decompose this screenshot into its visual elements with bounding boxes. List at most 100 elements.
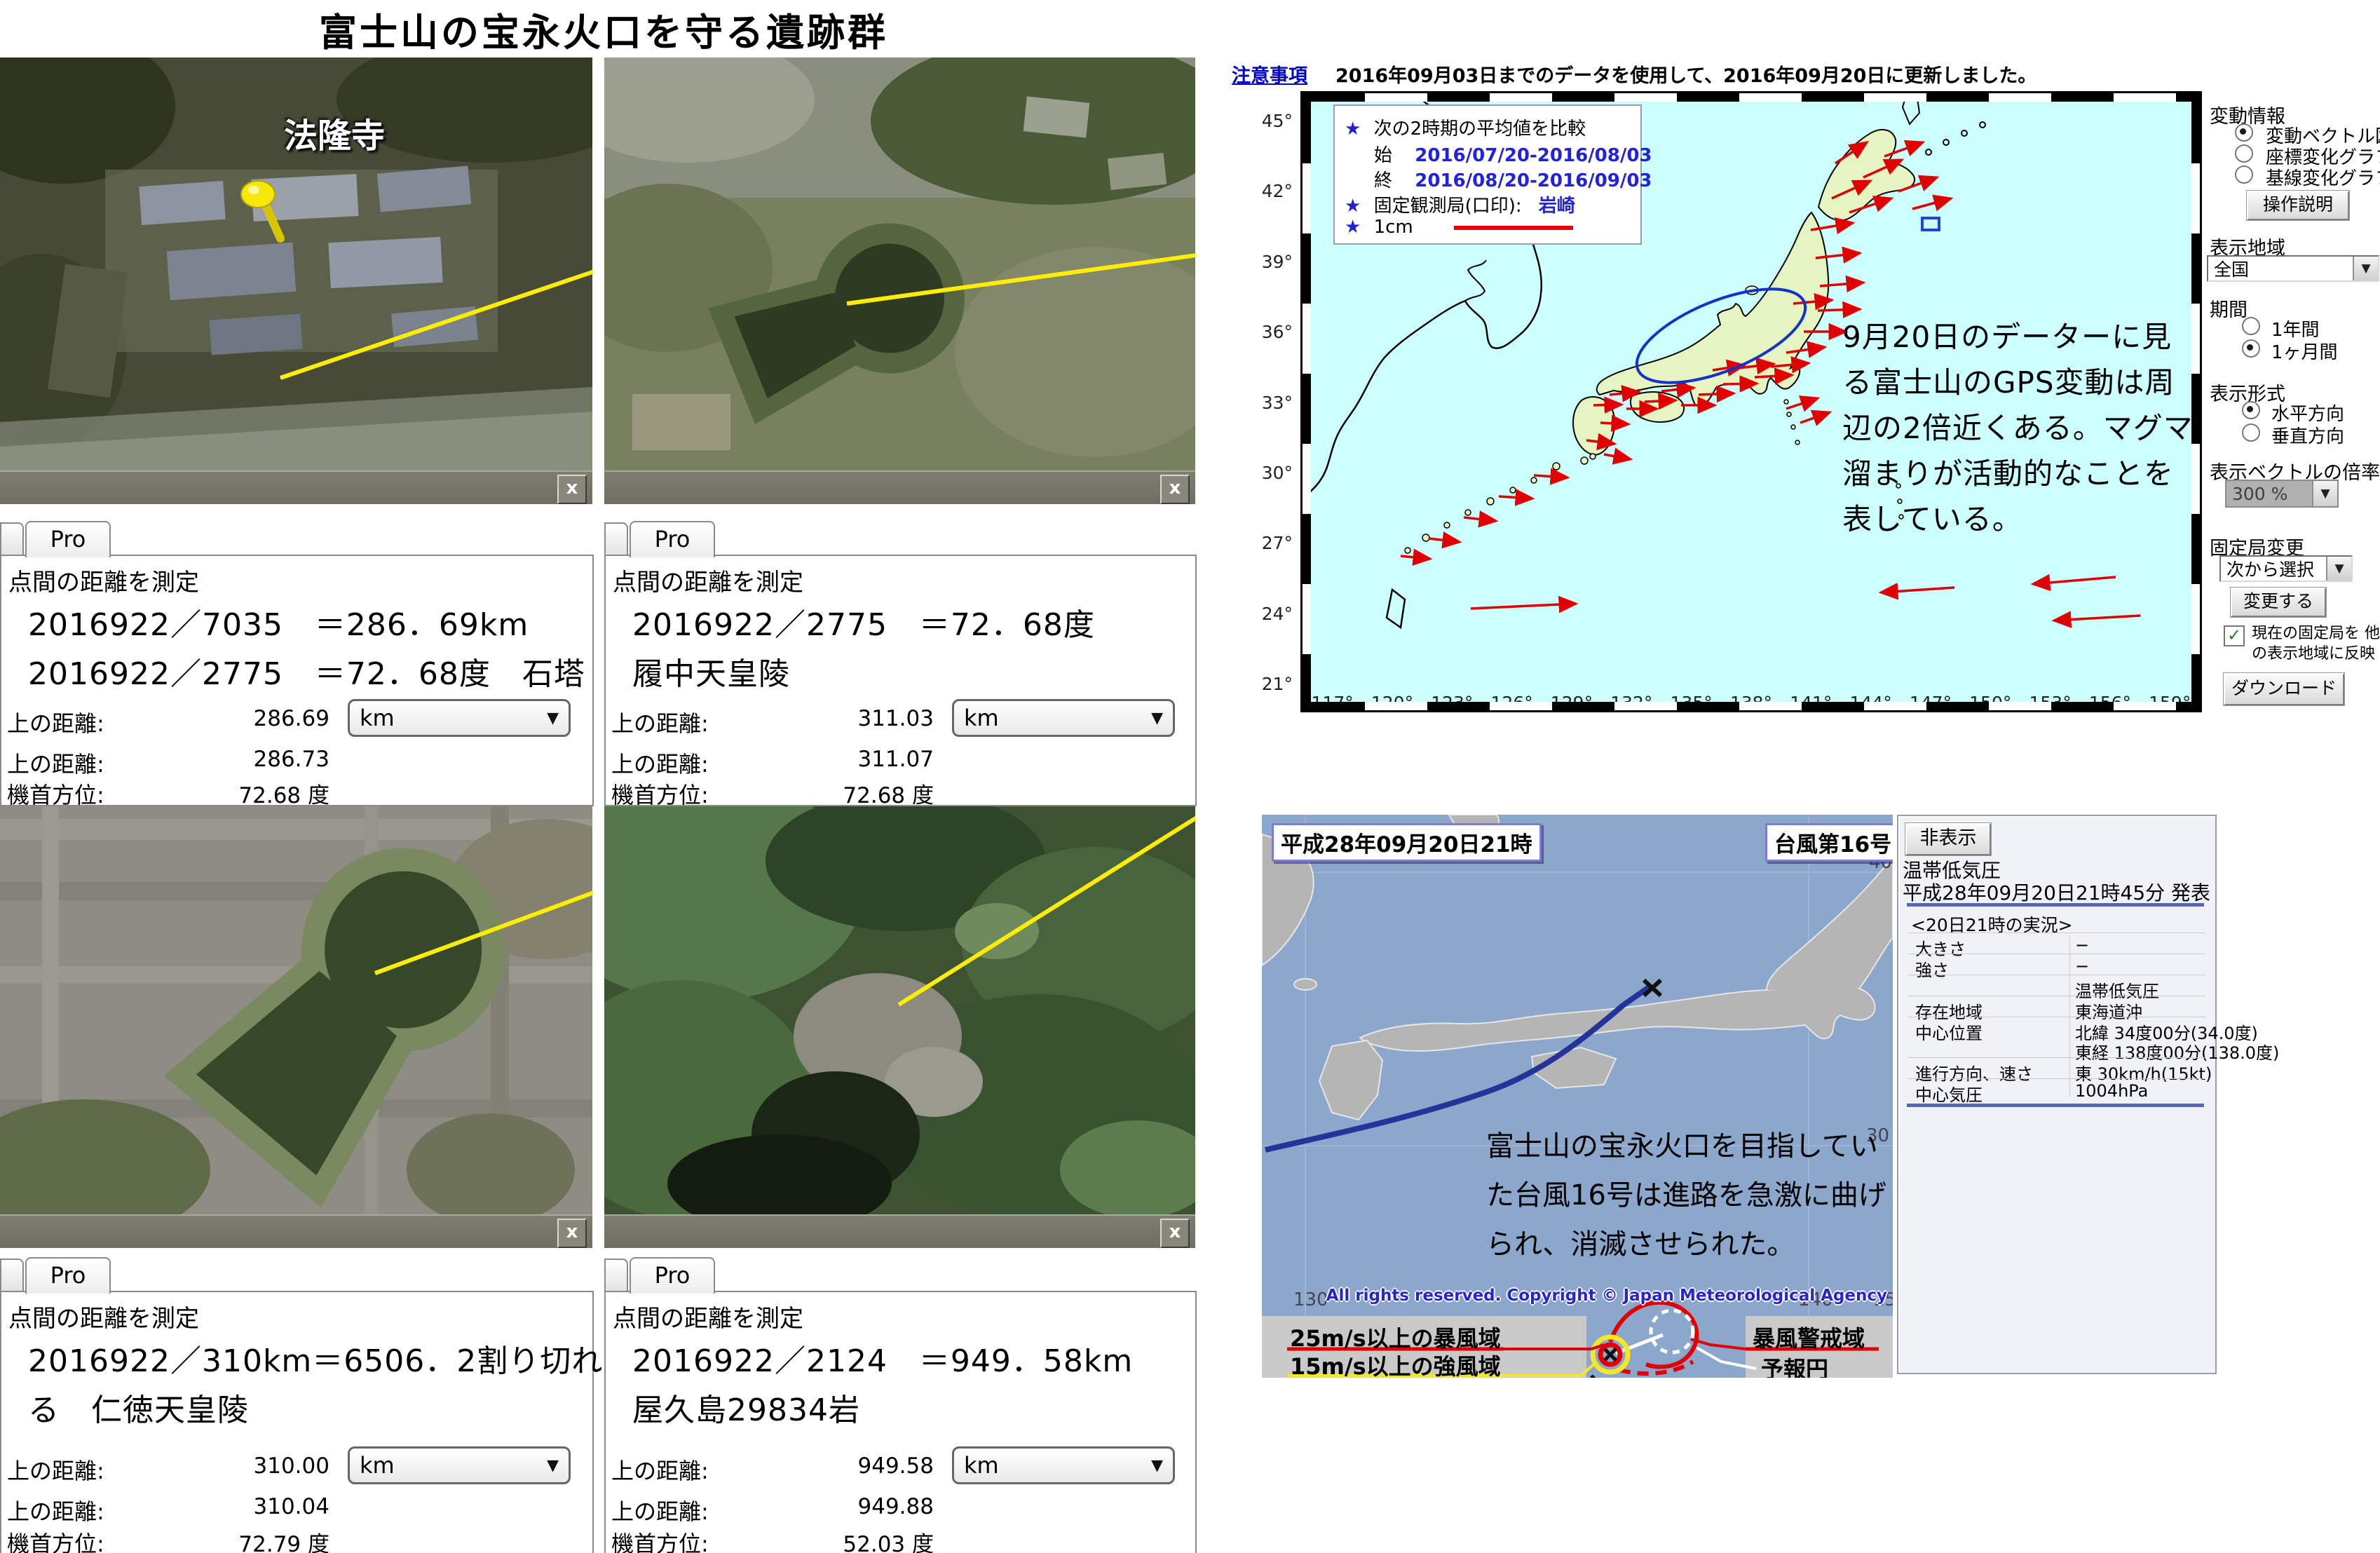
ground-length-value: 310.04 [212,1494,329,1519]
page-title: 富士山の宝永火口を守る遺跡群 [319,1,888,57]
measure-panel-1: 点間の距離を測定 2016922／7035 ＝286．69km 2016922／… [0,555,594,806]
heading-value: 72.68 度 [816,778,934,809]
vector-scale-value: 300 % [2232,484,2287,504]
map-length-value: 311.03 [816,706,934,731]
radio-vertical-label[interactable]: 垂直方向 [2271,422,2344,448]
close-icon[interactable]: x [557,1219,587,1248]
heading-label: 機首方位: [611,1526,709,1553]
dropdown-arrow-icon: ▼ [1151,1457,1163,1474]
gps-annotation-text: 9月20日のデーターに見る富士山のGPS変動は周辺の2倍近くある。マグマ溜まりが… [1842,314,2196,542]
dropdown-arrow-icon: ▼ [547,1457,559,1474]
ground-length-label: 上の距離: [611,1494,709,1526]
region-value: 全国 [2214,256,2249,281]
radio-baseline-graph-label[interactable]: 基線変化グラフ [2266,164,2380,190]
typhoon-track-map[interactable]: 130 140 15 40 30 平成28年09月20日21時 台風第16号 富… [1262,815,1893,1378]
vector-scale-select[interactable]: 300 % ▼ [2225,480,2339,508]
measure-panel-4: 点間の距離を測定 2016922／2124 ＝949．58km 屋久島29834… [604,1291,1197,1553]
heading-value: 52.03 度 [816,1526,934,1553]
download-button[interactable]: ダウンロード [2224,673,2344,705]
gps-map-legend: ★ 次の2時期の平均値を比較 始 2016/07/20-2016/08/03 終… [1333,104,1642,245]
divider-top [1907,903,2204,907]
notice-text: 2016年09月03日までのデータを使用して、2016年09月20日に更新しまし… [1335,60,2036,88]
map-length-label: 上の距離: [7,706,104,738]
help-button[interactable]: 操作説明 [2247,191,2349,220]
legend-warning-area-label: 暴風警戒域 [1753,1321,1865,1353]
unit-select[interactable]: km ▼ [348,699,571,737]
lon-label-130: 130 [1293,1289,1328,1310]
tab-pro-4[interactable]: Pro [630,1257,715,1294]
gps-vector-map[interactable]: ★ 次の2時期の平均値を比較 始 2016/07/20-2016/08/03 終… [1300,91,2202,712]
change-button[interactable]: 変更する [2231,588,2326,617]
radio-baseline-graph[interactable] [2235,165,2253,184]
measure-heading: 点間の距離を測定 [8,563,199,597]
fixed-station-marker [1922,218,1939,230]
typhoon-name-badge: 台風第16号 [1765,823,1893,862]
measure-result-line1: 2016922／2775 ＝72．68度 [632,599,1095,644]
map-frame-ticks-left [1303,93,1311,710]
legend-end-dates: 2016/08/20-2016/09/03 [1415,170,1652,191]
info-row-label: 中心気圧 [1915,1081,1983,1106]
datetime-badge: 平成28年09月20日21時 [1272,823,1542,862]
satellite-view-horyuji[interactable]: 法隆寺 [0,57,592,470]
dropdown-arrow-icon: ▼ [2353,257,2378,280]
tab-pro-3[interactable]: Pro [25,1257,111,1294]
fixed-station-value: 次から選択 [2226,556,2314,581]
legend-forecast-circle-label: 予報円 [1761,1352,1828,1378]
tab-stub[interactable] [0,1259,24,1292]
radio-coord-graph[interactable] [2235,144,2253,163]
divider-bottom [1907,1104,2204,1107]
radio-vertical[interactable] [2242,423,2260,442]
image-toolbar: x [0,470,592,504]
star-icon: ★ [1345,217,1361,238]
unit-select[interactable]: km ▼ [348,1446,571,1484]
dropdown-arrow-icon: ▼ [2326,557,2351,581]
satellite-view-nintoku[interactable] [0,805,592,1214]
nintoku-aerial-graphic [0,805,592,1214]
map-length-label: 上の距離: [7,1453,104,1486]
ground-length-value: 286.73 [212,747,329,772]
ground-length-label: 上の距離: [7,1494,104,1526]
typhoon-annotation-text: 富士山の宝永火口を目指していた台風16号は進路を急激に曲げられ、消滅させられた。 [1486,1122,1893,1269]
info-row-label: 中心位置 [1915,1019,1983,1044]
measure-heading: 点間の距離を測定 [613,1299,803,1334]
tab-stub[interactable] [0,522,24,556]
map-frame-ticks-bottom [1303,702,2200,710]
unit-select[interactable]: km ▼ [952,699,1175,737]
ground-length-label: 上の距離: [7,747,104,779]
satellite-view-yakushima[interactable] [604,805,1195,1214]
heading-label: 機首方位: [611,778,709,810]
tab-stub[interactable] [604,522,628,556]
tab-pro-2[interactable]: Pro [630,521,715,557]
map-length-label: 上の距離: [611,706,709,738]
radio-horizontal[interactable] [2242,401,2260,419]
tab-pro-1[interactable]: Pro [25,521,111,557]
legend-scale-label: 1cm [1374,217,1413,238]
typhoon-info-panel: 非表示 温帯低気圧 平成28年09月20日21時45分 発表 <20日21時の実… [1897,815,2217,1374]
radio-period-month-label[interactable]: 1ヶ月間 [2271,338,2338,364]
notice-link[interactable]: 注意事項 [1232,60,1307,88]
ground-length-value: 311.07 [816,747,934,772]
close-icon[interactable]: x [557,475,587,504]
reflect-checkbox[interactable]: ✓ [2224,625,2245,646]
image-toolbar: x [0,1214,592,1248]
legend-strong-wind-label: 15m/s以上の強風域 [1290,1349,1501,1378]
scale-bar-1cm [1454,226,1573,230]
unit-select[interactable]: km ▼ [952,1446,1175,1484]
yakushima-aerial-graphic [604,805,1195,1214]
info-row-value: 1004hPa [2075,1081,2148,1101]
region-select[interactable]: 全国 ▼ [2207,255,2379,282]
radio-vector-map[interactable] [2235,123,2253,142]
satellite-view-richu[interactable] [604,57,1195,470]
hide-button[interactable]: 非表示 [1905,823,1991,855]
reflect-checkbox-label[interactable]: 現在の固定局を 他の表示地域に反映 [2252,624,2380,664]
fixed-station-select[interactable]: 次から選択 ▼ [2219,555,2353,582]
close-icon[interactable]: x [1160,1219,1190,1248]
announcement-time: 平成28年09月20日21時45分 発表 [1903,878,2210,906]
tab-stub[interactable] [604,1259,628,1292]
screenshot-canvas: 富士山の宝永火口を守る遺跡群 法隆寺 x Pro [0,0,2380,1553]
radio-period-month[interactable] [2242,339,2260,358]
map-pin-label: 法隆寺 [284,108,385,157]
close-icon[interactable]: x [1160,475,1190,504]
radio-period-year[interactable] [2242,317,2260,335]
info-row-label: 強さ [1915,956,1949,981]
